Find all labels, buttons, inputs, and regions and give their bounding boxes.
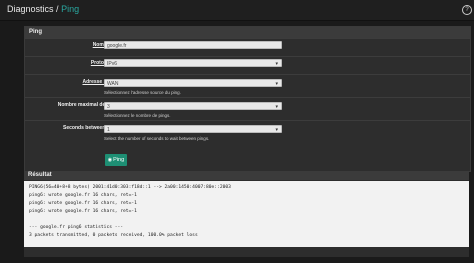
breadcrumb-bar: Diagnostics / Ping ?: [0, 0, 474, 21]
result-title: Résultat: [24, 171, 469, 180]
protocol-value: IPv6: [107, 61, 118, 67]
result-line: PING6(56=40+8+8 bytes) 2001:41d0:303:f18…: [29, 185, 231, 190]
result-line: ping6: wrote google.fr 16 chars, ret=-1: [29, 193, 137, 198]
ping-button[interactable]: ◉Ping: [105, 154, 127, 166]
chevron-down-icon: ▾: [275, 104, 278, 110]
row-seconds: Seconds between pings 1 ▾ Select the num…: [25, 120, 470, 144]
row-source: Adresse source WAN ▾ Sélectionnez l'adre…: [25, 74, 470, 98]
result-line: 3 packets transmitted, 0 packets receive…: [29, 233, 198, 238]
panel-title: Ping: [25, 27, 470, 38]
breadcrumb-diagnostics[interactable]: Diagnostics: [7, 4, 54, 14]
hostname-input[interactable]: google.fr: [104, 41, 282, 49]
seconds-help: Select the number of seconds to wait bet…: [104, 136, 210, 141]
source-help: Sélectionnez l'adresse source du ping.: [104, 90, 181, 95]
ping-form-panel: Ping Nom d'hôte google.fr Protocole IP I…: [24, 26, 471, 172]
chevron-down-icon: ▾: [275, 61, 278, 67]
help-icon[interactable]: ?: [462, 5, 472, 15]
result-line: --- google.fr ping6 statistics ---: [29, 225, 124, 230]
result-line: ping6: wrote google.fr 16 chars, ret=-1: [29, 201, 137, 206]
ping-button-label: Ping: [113, 157, 125, 163]
result-line: ping6: wrote google.fr 16 chars, ret=-1: [29, 209, 137, 214]
breadcrumb-ping: Ping: [61, 4, 80, 14]
result-panel: Résultat PING6(56=40+8+8 bytes) 2001:41d…: [24, 171, 469, 257]
count-select[interactable]: 3 ▾: [104, 102, 282, 110]
seconds-value: 1: [107, 127, 110, 133]
result-output: PING6(56=40+8+8 bytes) 2001:41d0:303:f18…: [24, 181, 469, 247]
seconds-select[interactable]: 1 ▾: [104, 125, 282, 133]
source-select[interactable]: WAN ▾: [104, 79, 282, 87]
row-count: Nombre maximal de pings 3 ▾ Sélectionnez…: [25, 97, 470, 121]
source-value: WAN: [107, 81, 119, 87]
rss-icon: ◉: [107, 157, 113, 163]
breadcrumb: Diagnostics / Ping: [7, 4, 79, 14]
row-protocol: Protocole IP IPv6 ▾: [25, 56, 470, 75]
breadcrumb-separator: /: [56, 4, 59, 14]
chevron-down-icon: ▾: [275, 127, 278, 133]
chevron-down-icon: ▾: [275, 81, 278, 87]
protocol-select[interactable]: IPv6 ▾: [104, 59, 282, 67]
count-help: Sélectionnez le nombre de pings.: [104, 113, 171, 118]
count-value: 3: [107, 104, 110, 110]
row-hostname: Nom d'hôte google.fr: [25, 38, 470, 57]
